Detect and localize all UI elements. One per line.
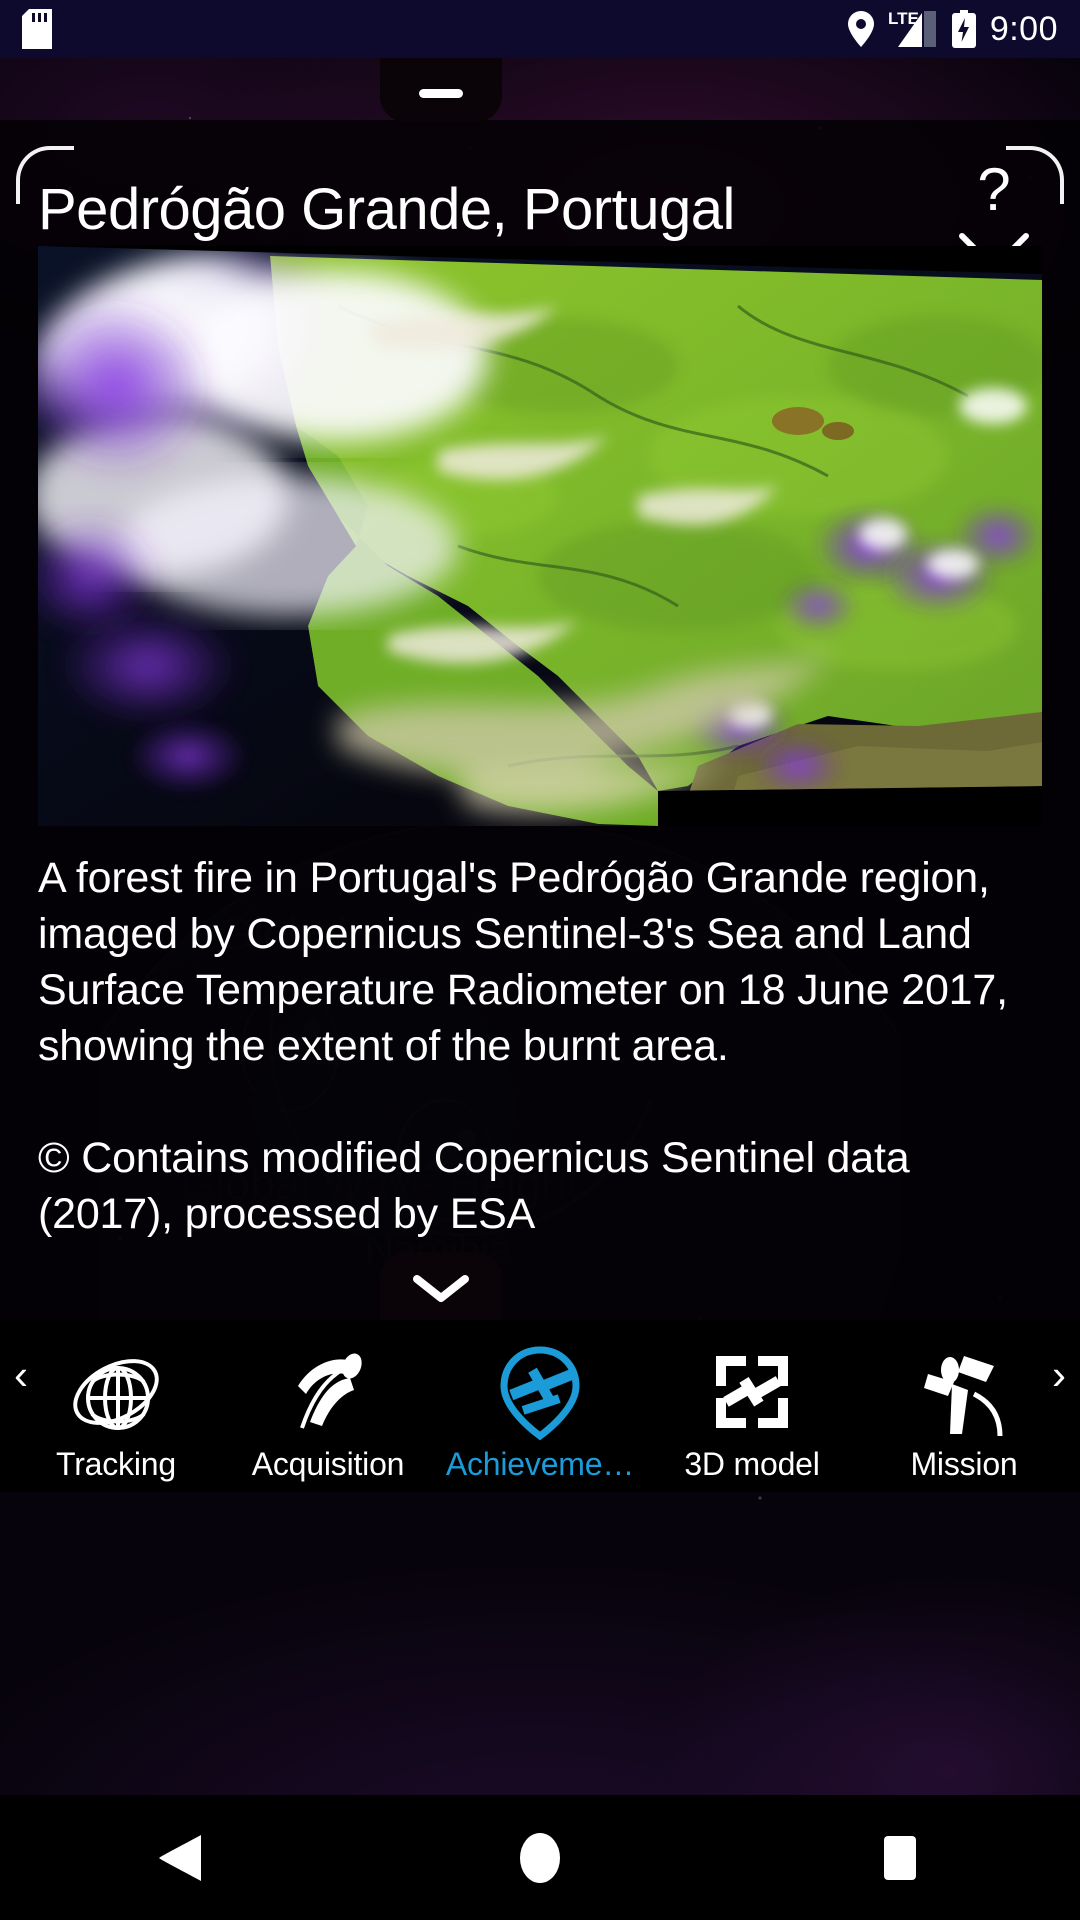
detail-card: Pedrógão Grande, Portugal ? A forest fir… <box>0 120 1080 1450</box>
android-back-button[interactable] <box>120 1823 240 1893</box>
android-system-nav <box>0 1795 1080 1920</box>
nav-item-3d-model[interactable]: 3D model <box>646 1330 858 1483</box>
android-recents-button[interactable] <box>840 1823 960 1893</box>
help-button[interactable]: ? <box>966 160 1022 220</box>
panel-drag-handle-bottom[interactable] <box>380 1252 502 1324</box>
nav-item-achievements[interactable]: Achieveme… <box>434 1330 646 1483</box>
nav-label-achievements: Achieveme… <box>445 1445 635 1482</box>
satellite-image-container[interactable] <box>38 246 1042 826</box>
description-text: A forest fire in Portugal's Pedrógão Gra… <box>38 854 1008 1070</box>
nav-label-3d-model: 3D model <box>684 1445 820 1482</box>
status-bar: LTE 9:00 <box>0 0 1080 58</box>
app-screen: Global Land Temperature Global Wave Heig… <box>0 0 1080 1920</box>
nav-item-mission[interactable]: Mission <box>858 1330 1070 1483</box>
drag-handle-icon <box>419 88 463 98</box>
location-pin-icon <box>847 11 874 47</box>
recents-square-icon <box>884 1835 916 1880</box>
nav-label-acquisition: Acquisition <box>251 1445 405 1482</box>
globe-orbit-icon <box>73 1358 159 1430</box>
panel-drag-handle-top[interactable] <box>380 58 502 122</box>
page-title: Pedrógão Grande, Portugal <box>38 177 735 242</box>
signal-bars-icon: LTE <box>888 9 936 47</box>
satellite-swath-icon <box>298 1352 362 1429</box>
sd-card-icon <box>22 9 52 49</box>
status-bar-clock: 9:00 <box>989 10 1058 48</box>
satellite-frame-icon <box>716 1355 788 1428</box>
sentinel-image <box>38 246 1042 826</box>
nav-prev-arrow[interactable]: ‹ <box>14 1354 28 1396</box>
nav-item-acquisition[interactable]: Acquisition <box>222 1330 434 1483</box>
map-pin-satellite-icon <box>500 1345 580 1440</box>
bottom-navigation: ‹ › Tracking Acquisition Achieveme… 3D m… <box>0 1320 1080 1492</box>
back-triangle-icon <box>159 1834 201 1881</box>
credit-text: © Contains modified Copernicus Sentinel … <box>38 1134 910 1238</box>
nav-next-arrow[interactable]: › <box>1052 1354 1066 1396</box>
nav-label-mission: Mission <box>910 1445 1018 1482</box>
chevron-down-icon <box>413 1275 469 1302</box>
nav-item-tracking[interactable]: Tracking <box>10 1330 222 1483</box>
android-home-button[interactable] <box>480 1823 600 1893</box>
home-circle-icon <box>520 1832 560 1883</box>
nav-label-tracking: Tracking <box>56 1445 176 1482</box>
battery-charging-icon <box>951 10 976 48</box>
satellite-antenna-icon <box>924 1355 1003 1436</box>
